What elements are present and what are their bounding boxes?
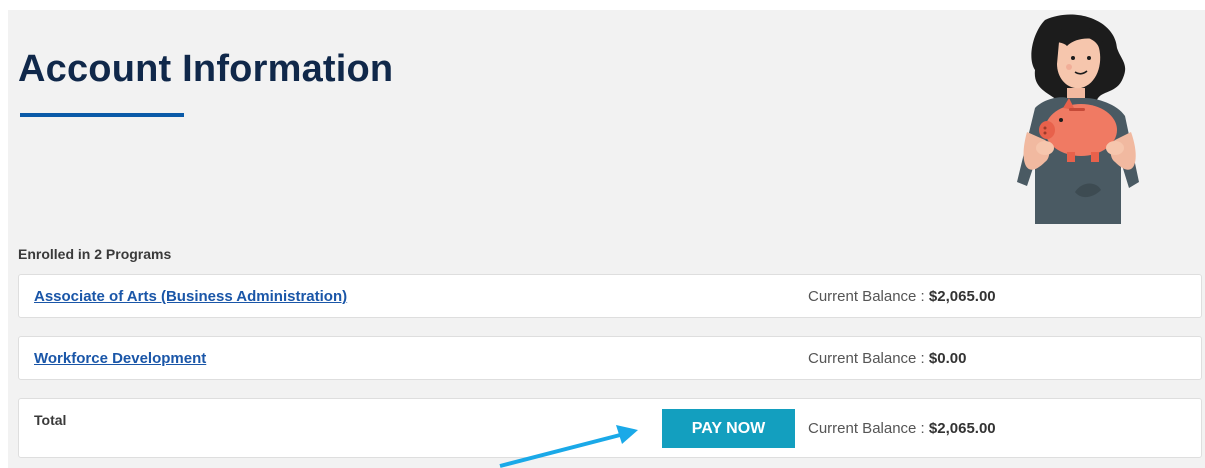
program-link-associate-of-arts[interactable]: Associate of Arts (Business Administrati… (34, 288, 347, 305)
total-current-balance: Current Balance : $2,065.00 (808, 420, 996, 437)
program-row: Workforce Development Current Balance : … (18, 336, 1202, 380)
balance-amount: $2,065.00 (928, 420, 996, 437)
title-underline (20, 113, 184, 117)
balance-amount: $2,065.00 (928, 288, 996, 305)
total-label: Total (34, 412, 67, 428)
enrolled-programs-count: Enrolled in 2 Programs (18, 246, 172, 262)
program-current-balance: Current Balance : $2,065.00 (808, 288, 996, 305)
balance-label: Current Balance : (808, 420, 929, 437)
program-link-workforce-development[interactable]: Workforce Development (34, 350, 206, 367)
pay-now-button[interactable]: PAY NOW (662, 409, 795, 448)
balance-label: Current Balance : (808, 350, 929, 367)
page-title: Account Information (18, 48, 394, 90)
piggy-bank-illustration (1017, 14, 1139, 224)
balance-label: Current Balance : (808, 288, 929, 305)
program-row: Associate of Arts (Business Administrati… (18, 274, 1202, 318)
annotation-arrow-icon (499, 425, 638, 468)
balance-amount: $0.00 (928, 350, 967, 367)
program-current-balance: Current Balance : $0.00 (808, 350, 966, 367)
